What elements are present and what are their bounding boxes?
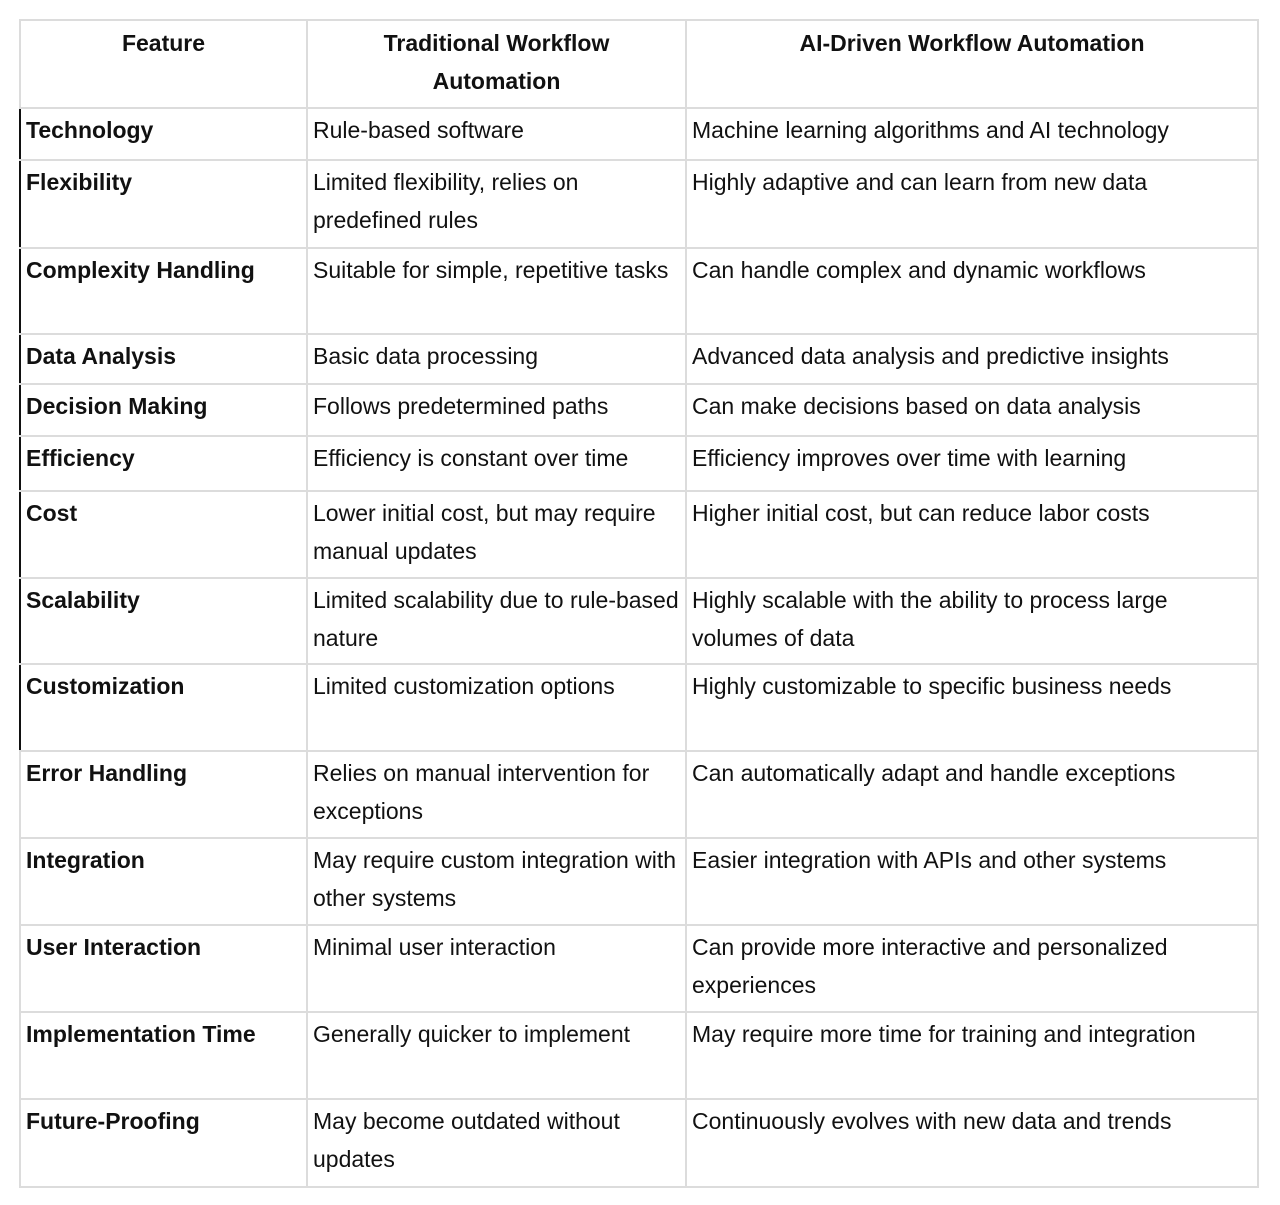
table-row: Integration May require custom integratio… xyxy=(19,837,1259,926)
traditional-cell: May require custom integration with othe… xyxy=(306,837,687,926)
traditional-cell: Follows predetermined paths xyxy=(306,383,687,437)
traditional-cell: Basic data processing xyxy=(306,333,687,385)
table-row: Decision Making Follows predetermined pat… xyxy=(19,383,1259,437)
ai-cell: Efficiency improves over time with learn… xyxy=(685,435,1259,492)
table-row: Efficiency Efficiency is constant over ti… xyxy=(19,435,1259,492)
feature-cell: User Interaction xyxy=(19,924,308,1013)
table-row: Complexity Handling Suitable for simple, … xyxy=(19,247,1259,335)
header-ai: AI-Driven Workflow Automation xyxy=(685,19,1259,109)
feature-cell: Data Analysis xyxy=(19,333,308,385)
table-row: Implementation Time Generally quicker to … xyxy=(19,1011,1259,1100)
header-traditional: Traditional Workflow Automation xyxy=(306,19,687,109)
table-row: Scalability Limited scalability due to ru… xyxy=(19,577,1259,665)
ai-cell: Can handle complex and dynamic workflows xyxy=(685,247,1259,335)
feature-cell: Efficiency xyxy=(19,435,308,492)
header-feature: Feature xyxy=(19,19,308,109)
ai-cell: Highly customizable to specific business… xyxy=(685,663,1259,752)
feature-cell: Customization xyxy=(19,663,308,752)
ai-cell: Continuously evolves with new data and t… xyxy=(685,1098,1259,1188)
feature-cell: Decision Making xyxy=(19,383,308,437)
table-row: User Interaction Minimal user interaction… xyxy=(19,924,1259,1013)
traditional-cell: Suitable for simple, repetitive tasks xyxy=(306,247,687,335)
table-row: Future-Proofing May become outdated witho… xyxy=(19,1098,1259,1188)
ai-cell: Can automatically adapt and handle excep… xyxy=(685,750,1259,839)
traditional-cell: Limited flexibility, relies on predefine… xyxy=(306,159,687,249)
table-row: Error Handling Relies on manual intervent… xyxy=(19,750,1259,839)
ai-cell: Advanced data analysis and predictive in… xyxy=(685,333,1259,385)
feature-cell: Scalability xyxy=(19,577,308,665)
traditional-cell: Limited customization options xyxy=(306,663,687,752)
table-row: Cost Lower initial cost, but may require … xyxy=(19,490,1259,579)
traditional-cell: Rule-based software xyxy=(306,107,687,161)
feature-cell: Complexity Handling xyxy=(19,247,308,335)
traditional-cell: Lower initial cost, but may require manu… xyxy=(306,490,687,579)
ai-cell: Highly scalable with the ability to proc… xyxy=(685,577,1259,665)
feature-cell: Error Handling xyxy=(19,750,308,839)
table-row: Customization Limited customization optio… xyxy=(19,663,1259,752)
table-row: Technology Rule-based software Machine lea… xyxy=(19,107,1259,161)
ai-cell: Highly adaptive and can learn from new d… xyxy=(685,159,1259,249)
traditional-cell: Minimal user interaction xyxy=(306,924,687,1013)
ai-cell: Can provide more interactive and persona… xyxy=(685,924,1259,1013)
traditional-cell: Relies on manual intervention for except… xyxy=(306,750,687,839)
ai-cell: Higher initial cost, but can reduce labo… xyxy=(685,490,1259,579)
traditional-cell: May become outdated without updates xyxy=(306,1098,687,1188)
traditional-cell: Generally quicker to implement xyxy=(306,1011,687,1100)
ai-cell: Easier integration with APIs and other s… xyxy=(685,837,1259,926)
table-row: Data Analysis Basic data processing Advanc… xyxy=(19,333,1259,385)
traditional-cell: Efficiency is constant over time xyxy=(306,435,687,492)
ai-cell: Machine learning algorithms and AI techn… xyxy=(685,107,1259,161)
ai-cell: May require more time for training and i… xyxy=(685,1011,1259,1100)
feature-cell: Integration xyxy=(19,837,308,926)
feature-cell: Cost xyxy=(19,490,308,579)
traditional-cell: Limited scalability due to rule-based na… xyxy=(306,577,687,665)
feature-cell: Flexibility xyxy=(19,159,308,249)
feature-cell: Future-Proofing xyxy=(19,1098,308,1188)
ai-cell: Can make decisions based on data analysi… xyxy=(685,383,1259,437)
feature-cell: Technology xyxy=(19,107,308,161)
table-row: Flexibility Limited flexibility, relies o… xyxy=(19,159,1259,249)
feature-cell: Implementation Time xyxy=(19,1011,308,1100)
comparison-table: Feature Traditional Workflow Automation … xyxy=(19,19,1259,1188)
header-row: Feature Traditional Workflow Automation … xyxy=(19,19,1259,109)
